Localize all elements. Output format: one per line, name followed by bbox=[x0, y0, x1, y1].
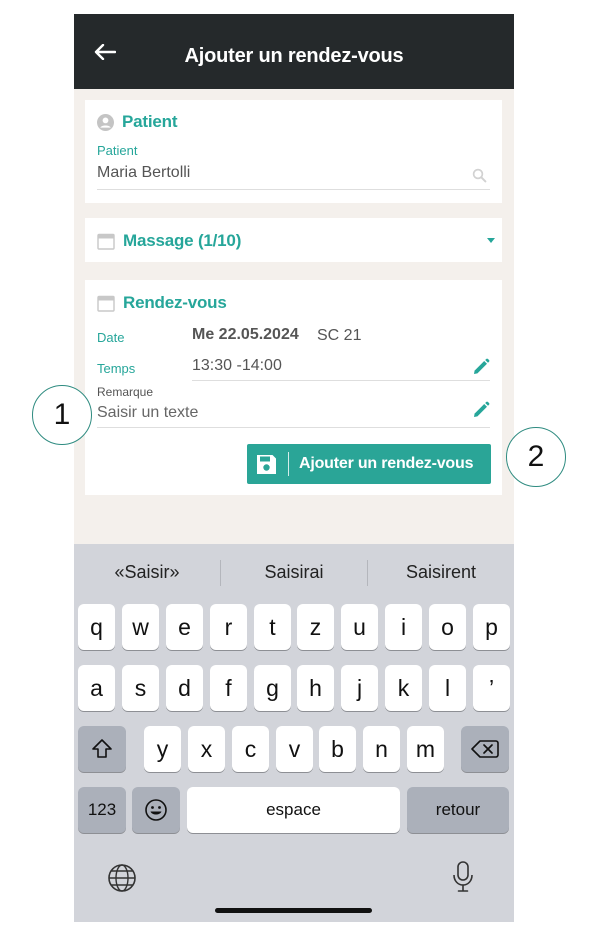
key-e[interactable]: e bbox=[166, 604, 203, 650]
key-q[interactable]: q bbox=[78, 604, 115, 650]
key-g[interactable]: g bbox=[254, 665, 291, 711]
app-header: Ajouter un rendez-vous bbox=[74, 14, 514, 89]
emoji-icon bbox=[145, 799, 167, 821]
key-j[interactable]: j bbox=[341, 665, 378, 711]
time-underline bbox=[192, 380, 490, 381]
remark-label: Remarque bbox=[97, 385, 154, 399]
treatment-title: Massage (1/10) bbox=[123, 231, 242, 250]
key-a[interactable]: a bbox=[78, 665, 115, 711]
key-v[interactable]: v bbox=[276, 726, 313, 772]
time-label: Temps bbox=[97, 361, 136, 376]
emoji-key[interactable] bbox=[132, 787, 180, 833]
remark-input[interactable]: Saisir un texte bbox=[97, 404, 198, 422]
save-floppy-icon bbox=[257, 454, 276, 474]
suggestion-bar: «Saisir» Saisirai Saisirent bbox=[74, 544, 514, 602]
appointment-section-title: Rendez-vous bbox=[123, 293, 227, 312]
suggestion-1[interactable]: «Saisir» bbox=[74, 562, 220, 583]
key-o[interactable]: o bbox=[429, 604, 466, 650]
patient-input[interactable]: Maria Bertolli bbox=[97, 164, 190, 182]
patient-card: Patient Patient Maria Bertolli bbox=[85, 100, 502, 203]
key-h[interactable]: h bbox=[297, 665, 334, 711]
key-w[interactable]: w bbox=[122, 604, 159, 650]
calendar-icon bbox=[97, 295, 115, 312]
callout-1: 1 bbox=[32, 385, 92, 445]
shift-key[interactable] bbox=[78, 726, 126, 772]
microphone-icon[interactable] bbox=[451, 860, 475, 894]
key-b[interactable]: b bbox=[319, 726, 356, 772]
dropdown-caret-icon[interactable] bbox=[487, 238, 495, 243]
suggestion-3[interactable]: Saisirent bbox=[368, 562, 514, 583]
globe-icon[interactable] bbox=[107, 863, 137, 893]
key-p[interactable]: p bbox=[473, 604, 510, 650]
key-u[interactable]: u bbox=[341, 604, 378, 650]
backspace-key[interactable] bbox=[461, 726, 509, 772]
key-z[interactable]: z bbox=[297, 604, 334, 650]
date-label: Date bbox=[97, 330, 125, 345]
key-s[interactable]: s bbox=[122, 665, 159, 711]
time-value[interactable]: 13:30 -14:00 bbox=[192, 357, 282, 375]
key-r[interactable]: r bbox=[210, 604, 247, 650]
patient-field-label: Patient bbox=[97, 143, 138, 158]
shift-arrow-icon bbox=[92, 739, 112, 758]
key-t[interactable]: t bbox=[254, 604, 291, 650]
treatment-card[interactable]: Massage (1/10) bbox=[85, 218, 502, 262]
suggestion-2[interactable]: Saisirai bbox=[221, 562, 367, 583]
key-i[interactable]: i bbox=[385, 604, 422, 650]
edit-pencil-icon[interactable] bbox=[472, 401, 490, 419]
button-separator bbox=[288, 452, 289, 476]
space-key[interactable]: espace bbox=[187, 787, 400, 833]
date-code: SC 21 bbox=[317, 327, 362, 344]
callout-2: 2 bbox=[506, 427, 566, 487]
key-c[interactable]: c bbox=[232, 726, 269, 772]
backspace-icon bbox=[471, 740, 499, 758]
key-f[interactable]: f bbox=[210, 665, 247, 711]
phone-screen: Ajouter un rendez-vous Patient Patient M… bbox=[74, 14, 514, 922]
key-apostrophe[interactable]: ’ bbox=[473, 665, 510, 711]
add-appointment-label: Ajouter un rendez-vous bbox=[299, 455, 474, 472]
person-icon bbox=[97, 113, 114, 131]
key-m[interactable]: m bbox=[407, 726, 444, 772]
numbers-key[interactable]: 123 bbox=[78, 787, 126, 833]
date-value: Me 22.05.2024 bbox=[192, 326, 299, 343]
add-appointment-button[interactable]: Ajouter un rendez-vous bbox=[247, 444, 491, 484]
treatment-section-header[interactable]: Massage (1/10) bbox=[97, 231, 241, 251]
key-d[interactable]: d bbox=[166, 665, 203, 711]
key-x[interactable]: x bbox=[188, 726, 225, 772]
search-icon[interactable] bbox=[472, 168, 487, 183]
key-k[interactable]: k bbox=[385, 665, 422, 711]
key-l[interactable]: l bbox=[429, 665, 466, 711]
edit-pencil-icon[interactable] bbox=[472, 358, 490, 376]
page-title: Ajouter un rendez-vous bbox=[184, 45, 404, 67]
patient-section-header: Patient bbox=[97, 112, 177, 132]
key-n[interactable]: n bbox=[363, 726, 400, 772]
patient-section-title: Patient bbox=[122, 112, 178, 131]
appointment-card: Rendez-vous Date Me 22.05.2024 SC 21 Tem… bbox=[85, 280, 502, 495]
return-key[interactable]: retour bbox=[407, 787, 509, 833]
patient-input-underline bbox=[97, 189, 490, 190]
onscreen-keyboard: «Saisir» Saisirai Saisirent q w e r t z … bbox=[74, 544, 514, 922]
key-y[interactable]: y bbox=[144, 726, 181, 772]
appointment-section-header: Rendez-vous bbox=[97, 293, 227, 313]
calendar-icon bbox=[97, 233, 115, 250]
home-indicator bbox=[215, 908, 372, 913]
remark-underline bbox=[97, 427, 490, 428]
